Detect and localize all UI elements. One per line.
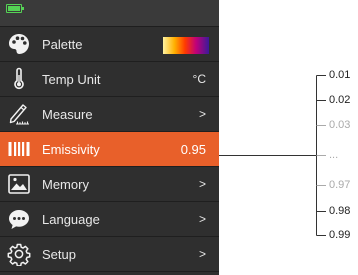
emissivity-icon xyxy=(7,137,31,161)
palette-preview xyxy=(163,37,209,54)
menu-item-label: Temp Unit xyxy=(42,72,101,87)
menu-item-language[interactable]: Language > xyxy=(0,202,219,237)
battery-icon xyxy=(6,4,24,13)
menu-item-label: Emissivity xyxy=(42,142,100,157)
memory-icon xyxy=(7,172,31,196)
chevron-right-icon: > xyxy=(198,177,206,191)
battery-level xyxy=(8,6,20,11)
thermometer-icon xyxy=(7,67,31,91)
settings-panel: Palette Temp Unit °C Measure > Emissivit… xyxy=(0,0,219,275)
temp-unit-value: °C xyxy=(192,72,206,86)
emissivity-option[interactable]: 0.03 xyxy=(329,119,350,131)
emissivity-option[interactable]: 0.98 xyxy=(329,205,350,217)
emissivity-option[interactable]: 0.97 xyxy=(329,179,350,191)
gear-icon xyxy=(7,242,31,266)
status-bar xyxy=(0,0,219,27)
emissivity-value: 0.95 xyxy=(180,142,206,157)
menu-item-label: Memory xyxy=(42,177,89,192)
menu-item-temp-unit[interactable]: Temp Unit °C xyxy=(0,62,219,97)
emissivity-option[interactable]: 0.99 xyxy=(329,229,350,241)
chevron-right-icon: > xyxy=(198,107,206,121)
menu-item-label: Palette xyxy=(42,37,83,52)
menu-item-memory[interactable]: Memory > xyxy=(0,167,219,202)
menu-item-setup[interactable]: Setup > xyxy=(0,237,219,272)
measure-icon xyxy=(7,102,31,126)
menu-item-emissivity[interactable]: Emissivity 0.95 xyxy=(0,132,219,167)
menu-item-measure[interactable]: Measure > xyxy=(0,97,219,132)
emissivity-option[interactable]: 0.02 xyxy=(329,94,350,106)
settings-menu: Palette Temp Unit °C Measure > Emissivit… xyxy=(0,27,219,272)
language-icon xyxy=(7,207,31,231)
menu-item-label: Setup xyxy=(42,247,76,262)
menu-item-label: Measure xyxy=(42,107,93,122)
battery-tip xyxy=(22,7,24,10)
emissivity-option-ellipsis: ... xyxy=(329,149,339,161)
emissivity-option[interactable]: 0.01 xyxy=(329,69,350,81)
menu-item-palette[interactable]: Palette xyxy=(0,27,219,62)
menu-item-label: Language xyxy=(42,212,100,227)
palette-icon xyxy=(7,32,31,56)
chevron-right-icon: > xyxy=(198,247,206,261)
chevron-right-icon: > xyxy=(198,212,206,226)
